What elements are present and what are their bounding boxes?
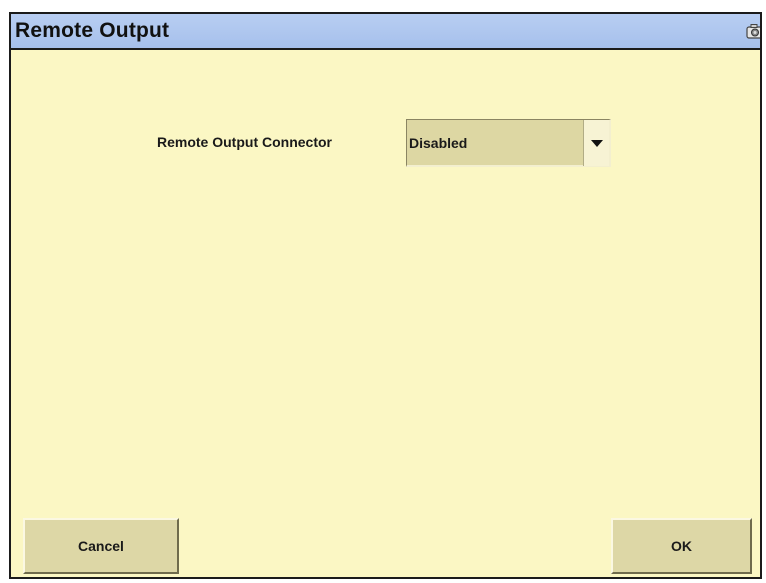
remote-output-connector-label: Remote Output Connector <box>157 134 332 150</box>
selected-value: Disabled <box>409 135 468 151</box>
ok-button[interactable]: OK <box>611 518 752 574</box>
camera-icon[interactable] <box>746 23 760 39</box>
title-bar: Remote Output <box>11 14 760 50</box>
dropdown-button[interactable] <box>583 120 609 166</box>
chevron-down-icon <box>591 140 603 147</box>
remote-output-connector-select[interactable]: Disabled <box>406 119 611 167</box>
window-title: Remote Output <box>15 19 170 42</box>
cancel-button[interactable]: Cancel <box>23 518 179 574</box>
remote-output-dialog: Remote Output Remote Output Connector Di… <box>9 12 762 579</box>
